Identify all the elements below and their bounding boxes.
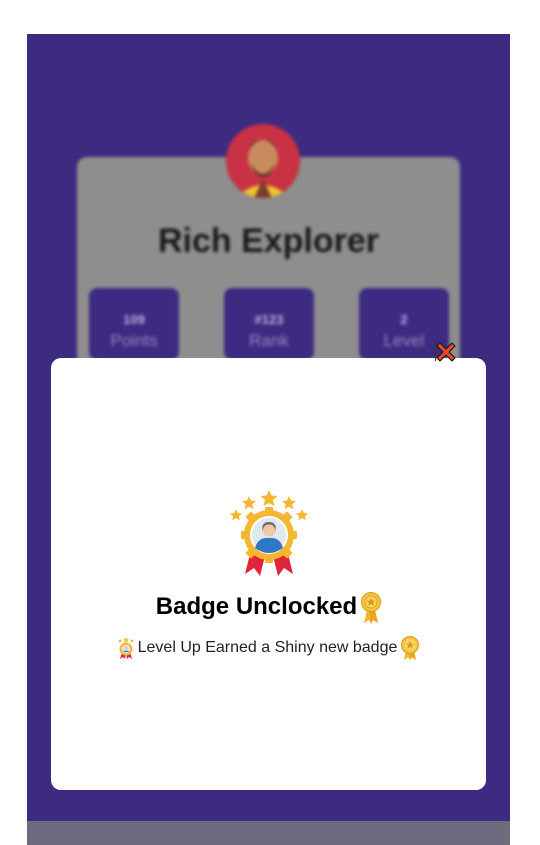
badge-medal-icon (228, 488, 310, 578)
close-button[interactable] (434, 340, 458, 362)
user-name: Rich Explorer (157, 222, 380, 260)
stat-label: Rank (249, 331, 289, 350)
stat-value: #123 (254, 312, 284, 327)
modal-message-text: Level Up Earned a Shiny new badge (137, 639, 398, 656)
modal-message: Level Up Earned a Shiny new badge (51, 636, 486, 660)
stat-value: 2 (400, 312, 408, 327)
close-icon (435, 342, 456, 362)
modal-title-text: Badge Unclocked (155, 593, 358, 620)
stat-value: 109 (123, 312, 145, 327)
medal-icon (361, 592, 382, 624)
bottom-bar (27, 821, 510, 845)
modal-title: Badge Unclocked (51, 590, 486, 624)
badge-small-icon (118, 637, 134, 659)
avatar[interactable] (226, 124, 300, 198)
stat-points: 109 Points (89, 288, 179, 360)
stat-label: Points (110, 331, 158, 350)
stat-rank: #123 Rank (224, 288, 314, 360)
medal-star-icon (401, 636, 420, 660)
